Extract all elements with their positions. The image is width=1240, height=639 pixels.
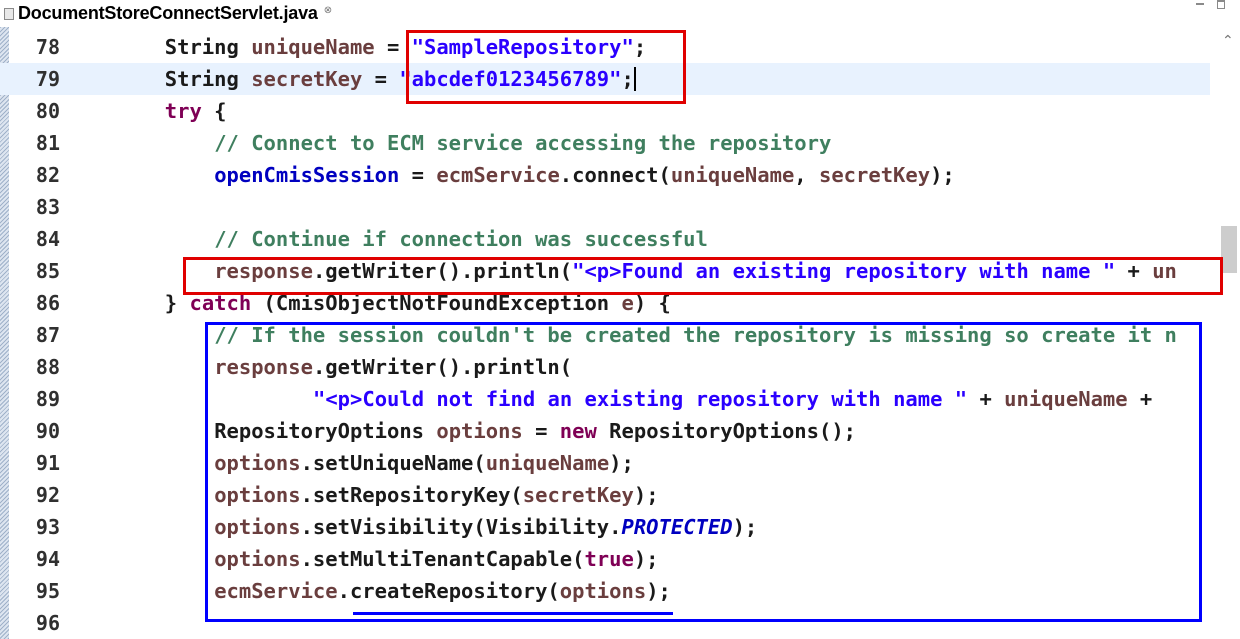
- code-token: =: [399, 163, 437, 187]
- code-token: uniqueName: [670, 163, 795, 187]
- maximize-icon[interactable]: [1217, 0, 1226, 9]
- line-number: 88: [35, 355, 60, 379]
- code-line: 82 openCmisSession = ecmService.connect(u…: [0, 159, 1210, 191]
- line-number: 89: [35, 387, 60, 411]
- code-editor[interactable]: 78 String uniqueName = "SampleRepository"…: [0, 27, 1240, 639]
- code-text[interactable]: try {: [165, 95, 227, 127]
- code-line: 81 // Connect to ECM service accessing th…: [0, 127, 1210, 159]
- code-token: openCmisSession: [214, 163, 400, 187]
- line-number: 92: [35, 483, 60, 507]
- line-number: 82: [35, 163, 60, 187]
- code-text[interactable]: // Connect to ECM service accessing the …: [214, 127, 831, 159]
- line-number: 90: [35, 419, 60, 443]
- code-token: ecmService: [436, 163, 560, 187]
- line-number: 79: [35, 67, 60, 91]
- code-token: secretKey: [251, 67, 363, 91]
- highlight-box-credentials: [406, 30, 686, 104]
- line-number: 95: [35, 579, 60, 603]
- line-number: 96: [35, 611, 60, 635]
- code-token: // Continue if connection was successful: [214, 227, 708, 251]
- code-token: uniqueName: [251, 35, 375, 59]
- close-icon[interactable]: ⊗: [324, 5, 332, 16]
- line-number: 78: [35, 35, 60, 59]
- underline-create-repository: [353, 612, 673, 615]
- java-file-icon: [4, 8, 14, 20]
- highlight-box-create-repository: [205, 322, 1202, 622]
- editor-tab-bar: DocumentStoreConnectServlet.java ⊗: [0, 0, 1240, 27]
- tab-title: DocumentStoreConnectServlet.java: [18, 3, 318, 23]
- code-token: .connect(: [559, 163, 671, 187]
- code-text[interactable]: openCmisSession = ecmService.connect(uni…: [214, 159, 955, 191]
- line-number: 87: [35, 323, 60, 347]
- view-controls: [1196, 0, 1226, 9]
- scroll-up-arrow-icon[interactable]: ⌃: [1222, 33, 1234, 49]
- line-number: 85: [35, 259, 60, 283]
- line-number: 94: [35, 547, 60, 571]
- code-line: 83: [0, 191, 1210, 223]
- editor-tab[interactable]: DocumentStoreConnectServlet.java ⊗: [0, 0, 341, 27]
- highlight-box-success-message: [183, 257, 1223, 295]
- line-number: 81: [35, 131, 60, 155]
- line-number: 83: [35, 195, 60, 219]
- line-number: 91: [35, 451, 60, 475]
- minimize-icon[interactable]: [1196, 0, 1205, 8]
- code-token: ,: [794, 163, 819, 187]
- code-token: );: [930, 163, 955, 187]
- line-number: 93: [35, 515, 60, 539]
- line-number: 86: [35, 291, 60, 315]
- code-token: String: [164, 67, 252, 91]
- code-token: String: [164, 35, 252, 59]
- code-text[interactable]: // Continue if connection was successful: [214, 223, 708, 255]
- line-number: 84: [35, 227, 60, 251]
- code-token: {: [201, 99, 227, 123]
- code-token: try: [164, 99, 202, 123]
- code-token: secretKey: [818, 163, 931, 187]
- code-line: 84 // Continue if connection was successf…: [0, 223, 1210, 255]
- line-number: 80: [35, 99, 60, 123]
- code-token: =: [362, 67, 400, 91]
- vertical-scrollbar[interactable]: ⌃: [1218, 27, 1240, 639]
- scrollbar-thumb[interactable]: [1221, 226, 1237, 273]
- code-token: // Connect to ECM service accessing the …: [214, 131, 832, 155]
